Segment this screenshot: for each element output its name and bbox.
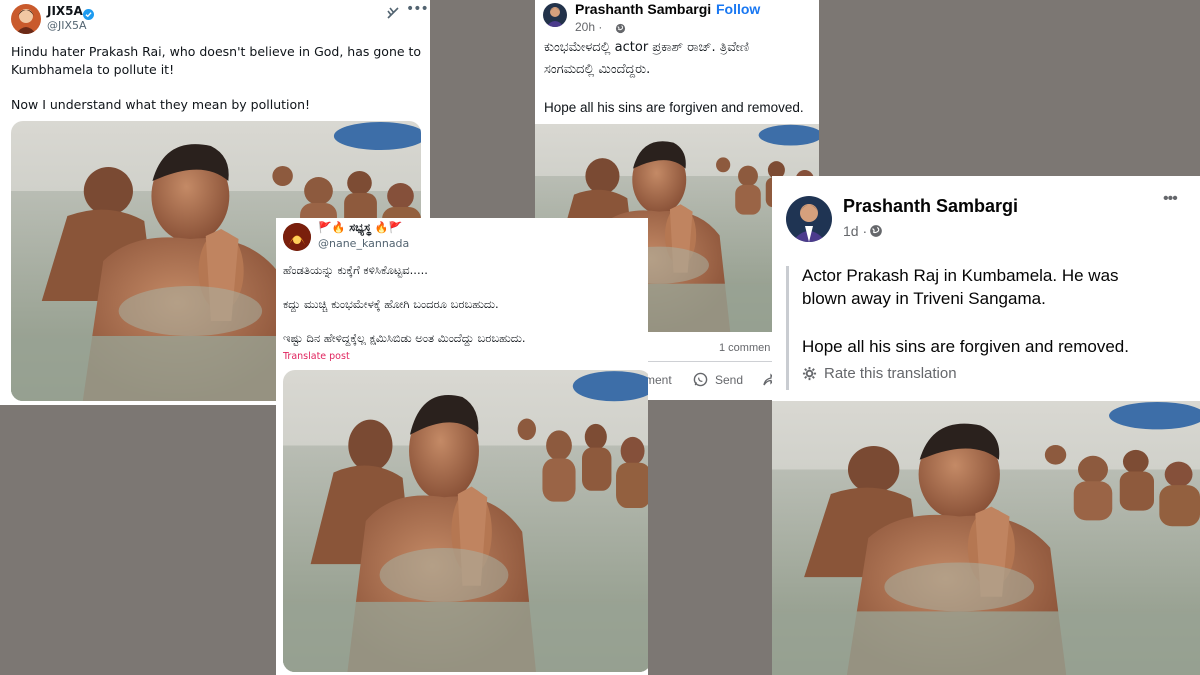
author-name[interactable]: 🚩🔥 ಸಭ್ಯಸ್ಥ 🔥🚩 [318, 221, 402, 235]
verified-badge-icon [83, 5, 94, 20]
separator-dot: · [706, 1, 711, 17]
post-time[interactable]: 20h · [575, 20, 602, 34]
post-text-line-1: ಕುಂಭಮೇಳದಲ್ಲಿ actor ಪ್ರಕಾಶ್ ರಾಜ್. ತ್ರಿವೇಣ… [544, 40, 750, 55]
post-text-line-2: ಸಂಗಮದಲ್ಲಿ ಮಿಂದೆದ್ದರು. [544, 62, 651, 77]
avatar[interactable] [543, 3, 567, 27]
translate-post-link[interactable]: Translate post [283, 351, 350, 362]
tweet-card-nane-kannada: 🚩🔥 ಸಭ್ಯಸ್ಥ 🔥🚩 @nane_kannada ಹೆಂಡತಿಯನ್ನು … [276, 218, 648, 675]
tweet-text-line-3: Now I understand what they mean by pollu… [11, 97, 311, 112]
post-text-line-3: Hope all his sins are forgiven and remov… [544, 100, 804, 115]
comment-button[interactable]: ment [645, 373, 672, 387]
facebook-card-prashanth-translated: Prashanth Sambargi 1d · ellipsis-icon ••… [772, 176, 1200, 675]
avatar[interactable] [786, 196, 832, 242]
tweet-text-line-2: Kumbhamela to pollute it! [11, 62, 175, 77]
tweet-text-line-1: ಹೆಂಡತಿಯನ್ನು ಕುಕ್ಕೆಗೆ ಕಳಿಸಿಕೊಟ್ಟವ..... [283, 263, 428, 277]
author-name[interactable]: JIX5A [47, 4, 83, 18]
post-text-line-1: Actor Prakash Raj in Kumbamela. He was [802, 266, 1119, 285]
whatsapp-icon[interactable] [693, 372, 708, 387]
send-button[interactable]: Send [715, 373, 743, 387]
post-text-line-2: blown away in Triveni Sangama. [802, 289, 1046, 308]
avatar[interactable] [283, 223, 311, 251]
grok-icon[interactable] [386, 5, 400, 19]
gear-icon [802, 366, 817, 381]
author-handle[interactable]: @nane_kannada [318, 237, 409, 250]
quote-bar [786, 266, 789, 390]
author-name[interactable]: Prashanth Sambargi [575, 1, 711, 17]
avatar[interactable] [11, 4, 41, 34]
tweet-text-line-2: ಕದ್ದು ಮುಚ್ಚಿ ಕುಂಭಮೇಳಕ್ಕೆ ಹೋಗಿ ಬಂದರೂ ಬರಬಹ… [283, 297, 499, 311]
ellipsis-glyph[interactable]: ••• [1163, 190, 1178, 208]
globe-icon [869, 224, 883, 238]
tweet-text-line-3: ಇಷ್ಟು ದಿನ ಹೇಳಿದ್ದಕ್ಕೆಲ್ಲ ಕ್ಷಮಿಸಿಬಿಡು ಅಂತ… [283, 331, 526, 345]
tweet-text-line-1: Hindu hater Prakash Rai, who doesn't bel… [11, 44, 422, 59]
more-options-icon[interactable]: ••• [406, 1, 429, 17]
rate-translation-link[interactable]: Rate this translation [824, 365, 957, 382]
author-name[interactable]: Prashanth Sambargi [843, 196, 1018, 217]
tweet-photo[interactable] [283, 370, 648, 672]
post-time[interactable]: 1d · [843, 223, 867, 239]
post-photo[interactable] [772, 401, 1200, 675]
post-text-line-3: Hope all his sins are forgiven and remov… [802, 337, 1129, 356]
comment-count[interactable]: 1 commen [719, 342, 770, 354]
follow-button[interactable]: Follow [716, 1, 760, 17]
globe-icon [615, 21, 626, 34]
author-handle[interactable]: @JIX5A [47, 19, 87, 32]
